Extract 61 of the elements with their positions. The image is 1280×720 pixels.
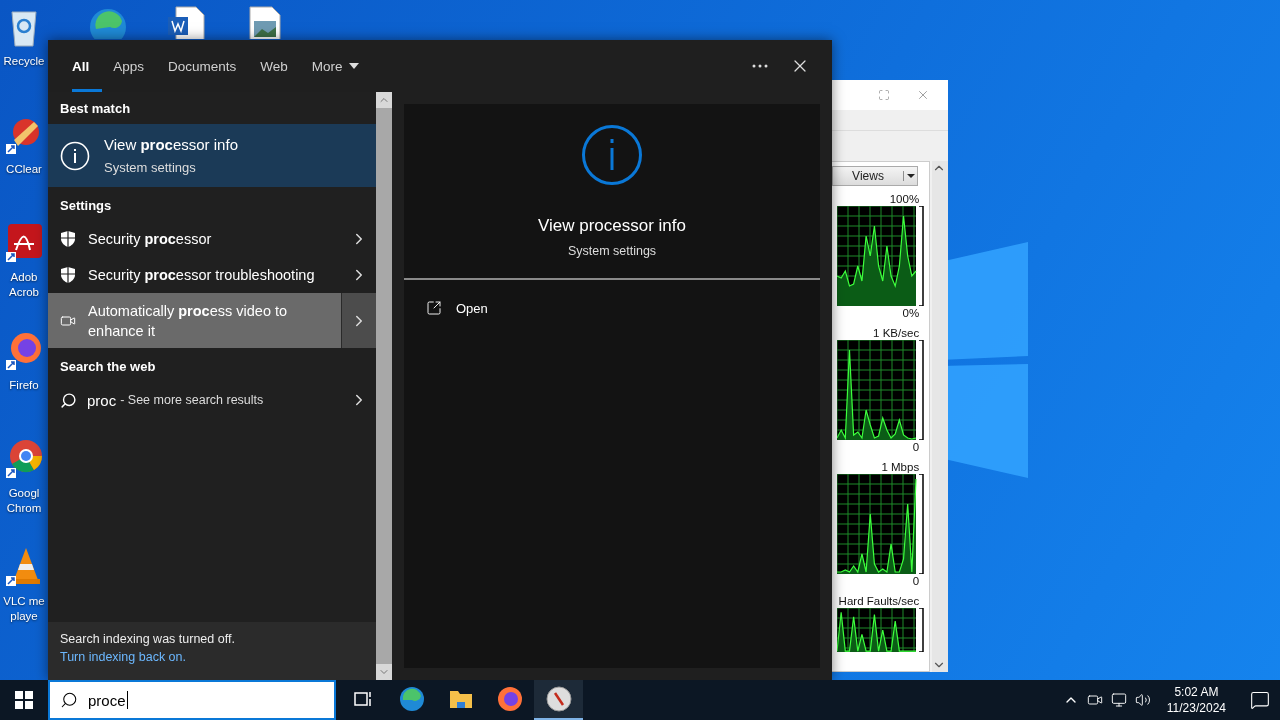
preview-subtitle: System settings [567,244,657,258]
views-button[interactable]: Views [832,166,918,186]
search-icon [60,391,77,409]
compass-icon [545,686,572,712]
desktop-icon-label[interactable]: CClear [6,162,42,177]
windows-icon [15,691,33,709]
network-icon[interactable] [1110,692,1127,708]
volume-icon[interactable] [1134,692,1151,708]
graph-scale-label: 100% [889,192,921,206]
desktop-icon-label[interactable]: VLC me playe [3,594,45,624]
filter-tab[interactable]: Apps [101,40,157,92]
best-match-result[interactable]: View processor info System settings [48,124,376,187]
settings-result[interactable]: Automatically process video to enhance it [48,293,341,348]
graph-scale-label: 1 KB/sec [873,326,921,340]
turn-on-indexing-link[interactable]: Turn indexing back on. [60,650,364,664]
search-field[interactable]: proce [48,680,336,720]
scrollbar[interactable] [932,161,948,672]
task-view-icon [352,689,373,709]
shield-icon [60,266,76,284]
graph-scale-label: Hard Faults/sec [838,594,921,608]
settings-result[interactable]: Security processor troubleshooting [48,257,341,293]
edge-icon [398,686,425,712]
camera-icon[interactable] [1086,692,1103,708]
desktop-icon-label[interactable]: Firefo [9,378,39,393]
chrome-icon[interactable] [4,438,44,480]
notice-text: Search indexing was turned off. [60,632,236,646]
graph-scale-label: 0% [902,306,921,320]
open-icon [426,300,442,316]
notifications-icon[interactable] [1250,690,1270,710]
filter-tab[interactable]: More [299,40,371,92]
filter-tab[interactable]: Documents [156,40,249,92]
section-heading: Search the web [59,357,157,376]
shield-icon [60,230,76,248]
graph-scale-label: 0 [912,574,921,588]
desktop-icon-label[interactable]: Adob Acrob [8,270,39,300]
filter-tab[interactable]: All [60,40,102,92]
search-icon [60,691,78,709]
desktop-icon-label[interactable]: Googl Chrom [6,486,42,516]
close-icon[interactable] [916,88,930,102]
graph-scale-label: 1 Mbps [881,460,921,474]
firefox-icon[interactable] [4,330,44,372]
web-search-hint: - See more search results [120,393,264,407]
settings-result[interactable]: Security processor [48,221,341,257]
document-app-icon[interactable] [4,222,44,264]
filter-tab[interactable]: Web [248,40,300,92]
section-heading: Best match [59,99,132,118]
more-icon [752,64,768,68]
section-heading: Settings [59,196,113,215]
web-search-query[interactable]: proc [87,391,117,409]
info-icon [581,124,643,186]
desktop-icon-label[interactable]: Recycle [3,54,45,69]
clock[interactable]: 5:02 AM 11/23/2024 [1158,684,1234,716]
taskbar-app-button[interactable] [534,680,583,720]
open-button[interactable]: Open [404,290,820,326]
firefox-icon [496,686,523,712]
dropdown-arrow-icon [903,171,917,181]
graph-scale-label: 0 [912,440,921,454]
text-cursor [126,691,128,709]
info-icon [60,140,90,171]
folder-icon [448,688,473,710]
preview-title: View processor info [537,216,686,236]
